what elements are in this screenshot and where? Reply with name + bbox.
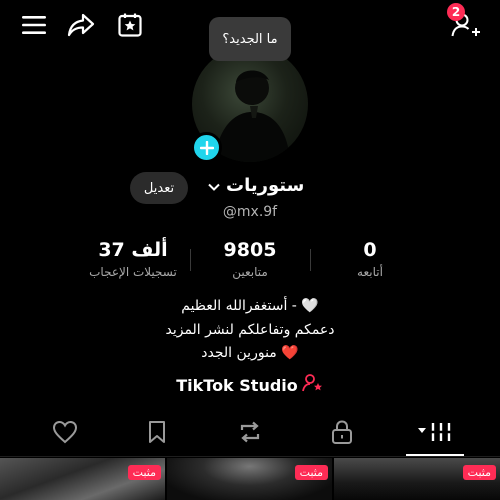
video-thumbnail[interactable]: مثبت <box>0 458 165 500</box>
stat-divider <box>190 249 191 271</box>
profile-name-row[interactable]: ستوريات <box>208 175 308 196</box>
pinned-badge: مثبت <box>294 465 328 480</box>
hamburger-menu-icon[interactable] <box>19 10 49 40</box>
star-calendar-icon[interactable] <box>115 10 145 40</box>
stat-value: 0 <box>363 239 377 261</box>
chevron-down-icon <box>208 175 220 196</box>
friend-request-badge: 2 <box>447 3 465 21</box>
stat-label: تسجيلات الإعجاب <box>89 265 177 279</box>
tab-videos[interactable] <box>414 420 458 448</box>
studio-label: TikTok Studio <box>176 375 298 395</box>
bio-line: منورين الجدد ❤️ <box>201 345 299 361</box>
stat-likes[interactable]: 37 ألف تسجيلات الإعجاب <box>78 239 188 279</box>
share-arrow-icon[interactable] <box>66 10 96 40</box>
tab-reposts[interactable] <box>235 420 265 448</box>
username: @mx.9f <box>222 204 278 220</box>
tabs-divider <box>0 456 500 457</box>
stat-followers[interactable]: 9805 متابعين <box>210 239 290 279</box>
video-thumbnail[interactable]: مثبت <box>167 458 332 500</box>
videos-grid-icon <box>415 420 457 448</box>
stat-divider <box>310 249 311 271</box>
stat-value: 37 ألف <box>98 239 168 261</box>
heart-icon <box>52 420 78 448</box>
tab-liked[interactable] <box>50 420 80 448</box>
bio-line: أستغفرالله العظيم - 🤍 <box>181 298 319 314</box>
studio-person-star-icon <box>301 373 324 397</box>
tab-private[interactable] <box>327 420 357 448</box>
stat-value: 9805 <box>223 239 277 261</box>
pinned-badge: مثبت <box>462 465 496 480</box>
stat-label: متابعين <box>232 265 268 279</box>
repost-icon <box>237 420 263 448</box>
bio-line: دعمكم وتفاعلكم لنشر المزيد <box>165 322 335 338</box>
add-story-button[interactable] <box>191 132 222 163</box>
stat-label: أتابعه <box>357 265 383 279</box>
tiktok-studio-link[interactable]: TikTok Studio <box>0 373 500 397</box>
video-thumbnail[interactable]: مثبت <box>334 458 500 500</box>
tab-favorites[interactable] <box>142 420 172 448</box>
edit-profile-button[interactable]: تعديل <box>130 172 188 204</box>
lock-icon <box>331 419 353 449</box>
bookmark-icon <box>147 420 167 448</box>
profile-name: ستوريات <box>226 175 305 196</box>
pinned-badge: مثبت <box>127 465 161 480</box>
stat-following[interactable]: 0 أتابعه <box>340 239 400 279</box>
whats-new-bubble[interactable]: ما الجديد؟ <box>209 17 291 61</box>
